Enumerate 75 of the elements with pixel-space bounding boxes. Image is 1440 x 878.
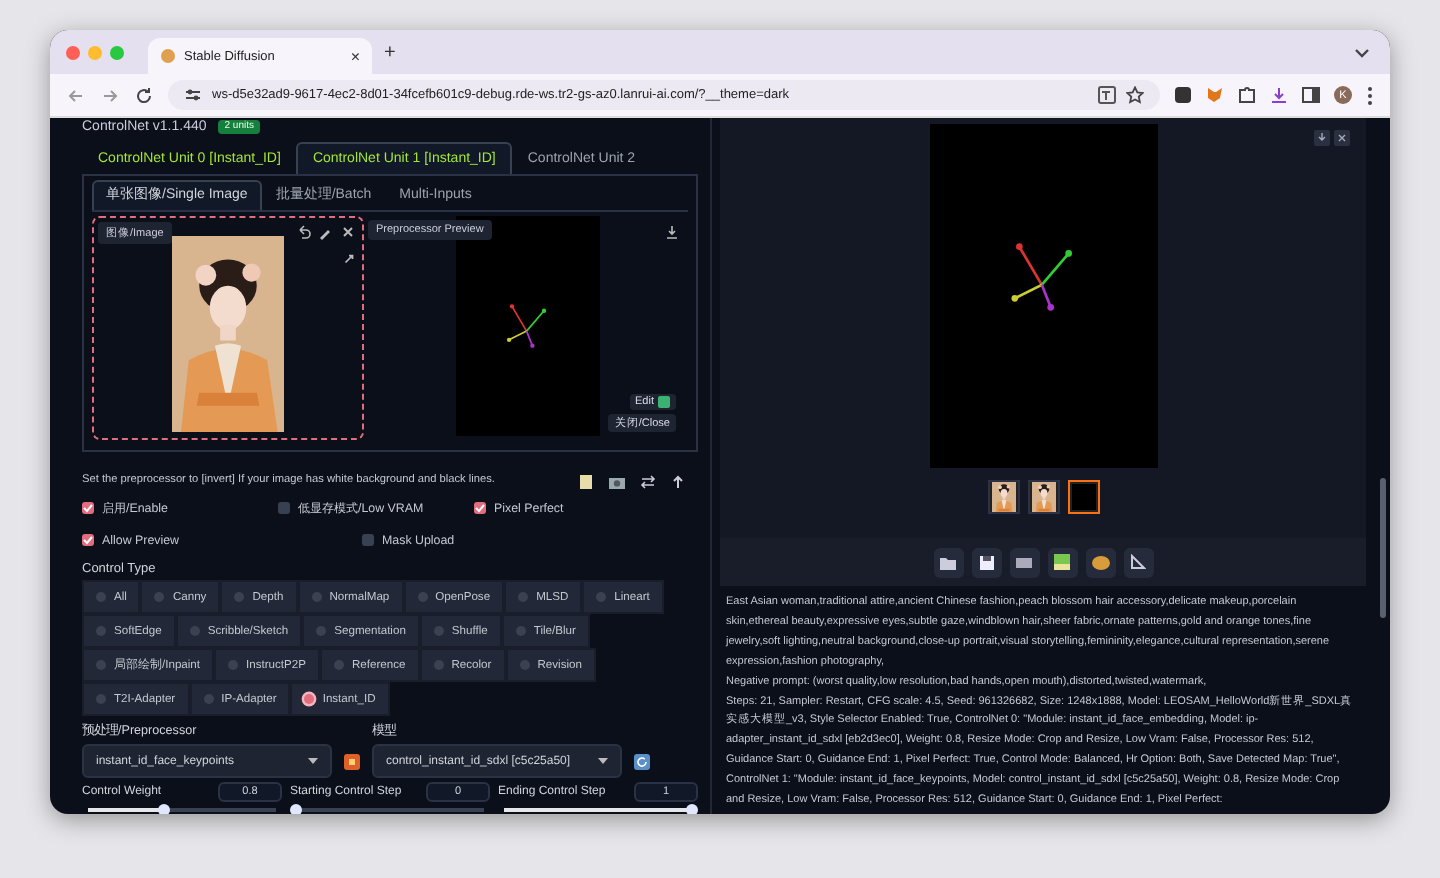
scrollbar-thumb[interactable] xyxy=(1380,478,1386,618)
image-icon xyxy=(1054,554,1070,570)
checkbox[interactable] xyxy=(362,534,374,546)
refresh-icon[interactable] xyxy=(634,754,650,770)
gallery-thumbnail[interactable] xyxy=(1067,480,1099,514)
swap-icon[interactable] xyxy=(640,474,656,490)
radio-button[interactable] xyxy=(311,592,322,602)
checkbox[interactable] xyxy=(82,534,94,546)
caret-icon xyxy=(308,757,318,765)
triangle-ruler-icon xyxy=(1130,554,1146,570)
radio-button[interactable] xyxy=(228,660,239,670)
download-icon[interactable] xyxy=(1314,130,1330,146)
close-icon[interactable] xyxy=(1334,130,1350,146)
more-icon[interactable] xyxy=(1366,85,1374,105)
slider-thumb[interactable] xyxy=(686,803,698,814)
caret-icon xyxy=(598,757,608,765)
palette-icon xyxy=(1091,555,1109,569)
close-tab-button[interactable]: × xyxy=(350,47,360,65)
radio-button[interactable] xyxy=(519,660,530,670)
keypoints-drawing xyxy=(506,302,550,350)
run-preprocessor-icon[interactable] xyxy=(344,754,360,770)
radio-button[interactable] xyxy=(96,592,106,602)
download-icon[interactable] xyxy=(664,224,680,240)
fox-icon[interactable] xyxy=(1206,86,1224,104)
radio-button[interactable] xyxy=(433,660,444,670)
star-icon[interactable] xyxy=(1126,86,1144,104)
edit-icon xyxy=(658,396,670,408)
site-settings-icon[interactable] xyxy=(184,86,202,104)
radio-button[interactable] xyxy=(96,694,106,704)
back-icon[interactable] xyxy=(66,85,86,105)
translate-icon[interactable] xyxy=(1098,86,1116,104)
resize-icon[interactable] xyxy=(342,252,356,266)
radio-button[interactable] xyxy=(417,592,428,602)
checkbox[interactable] xyxy=(278,502,290,514)
note-icon[interactable] xyxy=(578,474,594,490)
checkbox[interactable] xyxy=(474,502,486,514)
site-icon xyxy=(160,48,176,64)
close-icon[interactable] xyxy=(340,224,356,240)
radio-button[interactable] xyxy=(154,592,165,602)
camera-icon[interactable] xyxy=(608,474,626,490)
sidebar-icon[interactable] xyxy=(1302,86,1320,104)
gallery-thumbnail[interactable] xyxy=(1027,480,1059,514)
radio-button[interactable] xyxy=(433,626,444,636)
download-icon[interactable] xyxy=(1270,86,1288,104)
save-icon xyxy=(979,555,993,569)
puzzle-icon[interactable] xyxy=(1238,86,1256,104)
save-button[interactable] xyxy=(971,547,1001,577)
send-to-inpaint-button[interactable] xyxy=(1085,547,1115,577)
undo-icon[interactable] xyxy=(296,224,312,240)
radio-button[interactable] xyxy=(316,626,327,636)
reload-icon[interactable] xyxy=(134,85,154,105)
new-tab-button[interactable]: + xyxy=(384,41,396,63)
brush-icon[interactable] xyxy=(318,224,334,240)
radio-button[interactable] xyxy=(596,592,607,602)
send-to-img2img-button[interactable] xyxy=(1047,547,1077,577)
slider-thumb[interactable] xyxy=(290,803,302,814)
forward-icon[interactable] xyxy=(100,85,120,105)
folder-button[interactable] xyxy=(933,547,963,577)
up-arrow-icon[interactable] xyxy=(670,474,686,490)
slider-thumb[interactable] xyxy=(157,803,170,814)
radio-button[interactable] xyxy=(518,592,529,602)
radio-button[interactable] xyxy=(515,626,526,636)
keypoints-drawing xyxy=(1009,239,1077,313)
radio-button[interactable] xyxy=(234,592,245,602)
send-to-extras-button[interactable] xyxy=(1123,547,1153,577)
radio-button[interactable] xyxy=(304,694,315,704)
folder-icon xyxy=(940,555,956,569)
zip-button[interactable] xyxy=(1009,547,1039,577)
radio-button[interactable] xyxy=(203,694,214,704)
radio-button[interactable] xyxy=(333,660,344,670)
radio-button[interactable] xyxy=(96,660,106,670)
radio-button[interactable] xyxy=(96,626,106,636)
checkbox[interactable] xyxy=(82,502,94,514)
radio-button[interactable] xyxy=(189,626,200,636)
gallery-thumbnail[interactable] xyxy=(987,480,1019,514)
